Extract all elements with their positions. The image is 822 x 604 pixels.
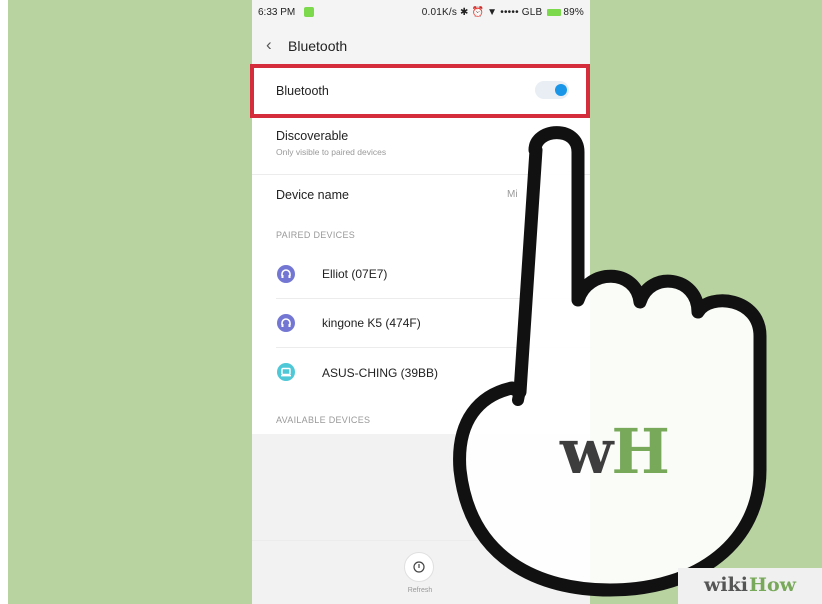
watermark-how: How — [749, 574, 796, 596]
app-header: ‹ Bluetooth — [252, 26, 590, 64]
notification-icon — [304, 7, 314, 17]
paired-device-item[interactable]: Elliot (07E7) — [252, 250, 590, 298]
battery-level: 89% — [563, 7, 584, 18]
paired-device-item[interactable]: ASUS-CHING (39BB) — [252, 348, 590, 398]
paired-device-label: kingone K5 (474F) — [322, 316, 421, 330]
paired-device-label: ASUS-CHING (39BB) — [322, 366, 439, 380]
network-speed: 0.01K/s — [421, 7, 458, 18]
wikihow-watermark: wiki How — [678, 568, 822, 604]
status-right: 0.01K/s ✱ ⏰ ▼ ••••• GLB 89% — [422, 7, 584, 18]
status-time: 6:33 PM — [258, 7, 296, 18]
headset-icon — [277, 265, 295, 283]
paired-device-label: Elliot (07E7) — [322, 267, 388, 281]
discoverable-label: Discoverable — [276, 129, 349, 143]
watermark-wiki: wiki — [704, 574, 748, 596]
logo-h: H — [611, 415, 670, 488]
paired-devices-header: PAIRED DEVICES — [276, 230, 356, 240]
refresh-label: Refresh — [407, 587, 433, 594]
device-name-value: Mi — [507, 189, 518, 200]
chevron-left-icon[interactable]: ‹ — [266, 35, 272, 55]
wikihow-logo: wH — [560, 415, 670, 488]
headset-icon — [277, 314, 295, 332]
paired-device-item[interactable]: kingone K5 (474F) — [252, 299, 590, 347]
status-indicators-icon: ✱ ⏰ ▼ ••••• — [460, 7, 519, 18]
battery-icon — [547, 8, 562, 16]
available-devices-header: AVAILABLE DEVICES — [276, 415, 371, 425]
available-devices-section: AVAILABLE DEVICES — [252, 400, 590, 434]
status-bar: 6:33 PM 0.01K/s ✱ ⏰ ▼ ••••• GLB 89% — [252, 0, 590, 26]
device-name-label: Device name — [276, 188, 349, 202]
logo-w: w — [560, 415, 613, 488]
page-title: Bluetooth — [288, 38, 348, 54]
carrier-label: GLB — [521, 7, 543, 18]
refresh-button[interactable] — [404, 552, 434, 582]
device-name-row[interactable]: Device name — [252, 175, 590, 217]
discoverable-row[interactable]: Discoverable Only visible to paired devi… — [252, 118, 590, 174]
divider — [252, 540, 590, 541]
discoverable-subtitle: Only visible to paired devices — [276, 147, 387, 157]
laptop-icon — [277, 363, 295, 381]
highlight-box — [250, 64, 590, 118]
refresh-icon — [413, 561, 425, 573]
